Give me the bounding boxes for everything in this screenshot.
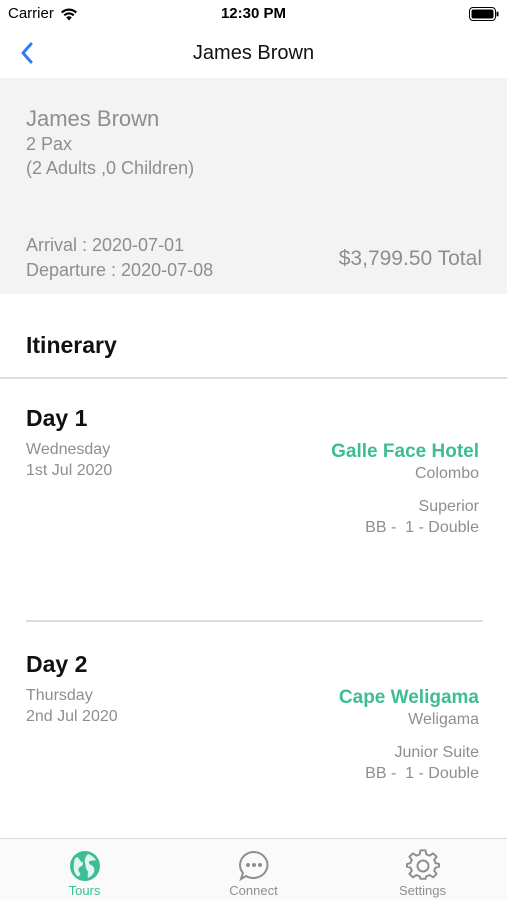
board-basis: BB - 1 - Double [365,519,479,536]
guest-name: James Brown [26,106,160,131]
page-title: James Brown [192,42,315,64]
hotel-city: Colombo [414,465,479,482]
tab-tours[interactable]: Tours [0,839,169,900]
hotel-city: Weligama [408,711,479,728]
navigation-bar: James Brown [0,28,507,78]
tab-label: Connect [229,883,278,898]
departure-date: Departure : 2020-07-08 [26,260,214,280]
tab-label: Tours [68,883,101,898]
day-title: Day 2 [26,651,88,677]
pax-count: 2 Pax [26,134,73,154]
pax-breakdown: (2 Adults ,0 Children) [26,158,195,178]
room-type: Junior Suite [394,744,480,761]
chat-bubble-icon [239,850,269,882]
booking-summary: James Brown 2 Pax (2 Adults ,0 Children)… [0,78,507,294]
itinerary-divider [0,377,507,379]
room-type: Superior [418,498,479,515]
day-date: 1st Jul 2020 [26,462,113,479]
gear-icon [406,849,440,880]
day-divider [26,620,483,622]
itinerary-heading: Itinerary [26,332,117,358]
globe-icon [70,851,100,881]
hotel-name-link[interactable]: Cape Weligama [339,687,479,709]
tab-bar: Tours Connect Settings [0,838,507,900]
day-date: 2nd Jul 2020 [26,708,118,725]
total-price: $3,799.50 Total [338,247,482,270]
itinerary-day: Day 1 Wednesday 1st Jul 2020 Galle Face … [0,405,507,625]
board-basis: BB - 1 - Double [365,765,479,782]
tab-label: Settings [399,883,446,898]
status-time: 12:30 PM [220,5,287,22]
arrival-date: Arrival : 2020-07-01 [26,235,185,255]
day-title: Day 1 [26,405,88,431]
battery-icon [469,7,499,21]
hotel-name-link[interactable]: Galle Face Hotel [331,441,479,463]
day-weekday: Wednesday [26,441,111,458]
status-bar: Carrier 12:30 PM [0,0,507,28]
tab-settings[interactable]: Settings [338,839,507,900]
day-weekday: Thursday [26,687,93,704]
itinerary-day: Day 2 Thursday 2nd Jul 2020 Cape Weligam… [0,651,507,841]
tab-connect[interactable]: Connect [169,839,338,900]
